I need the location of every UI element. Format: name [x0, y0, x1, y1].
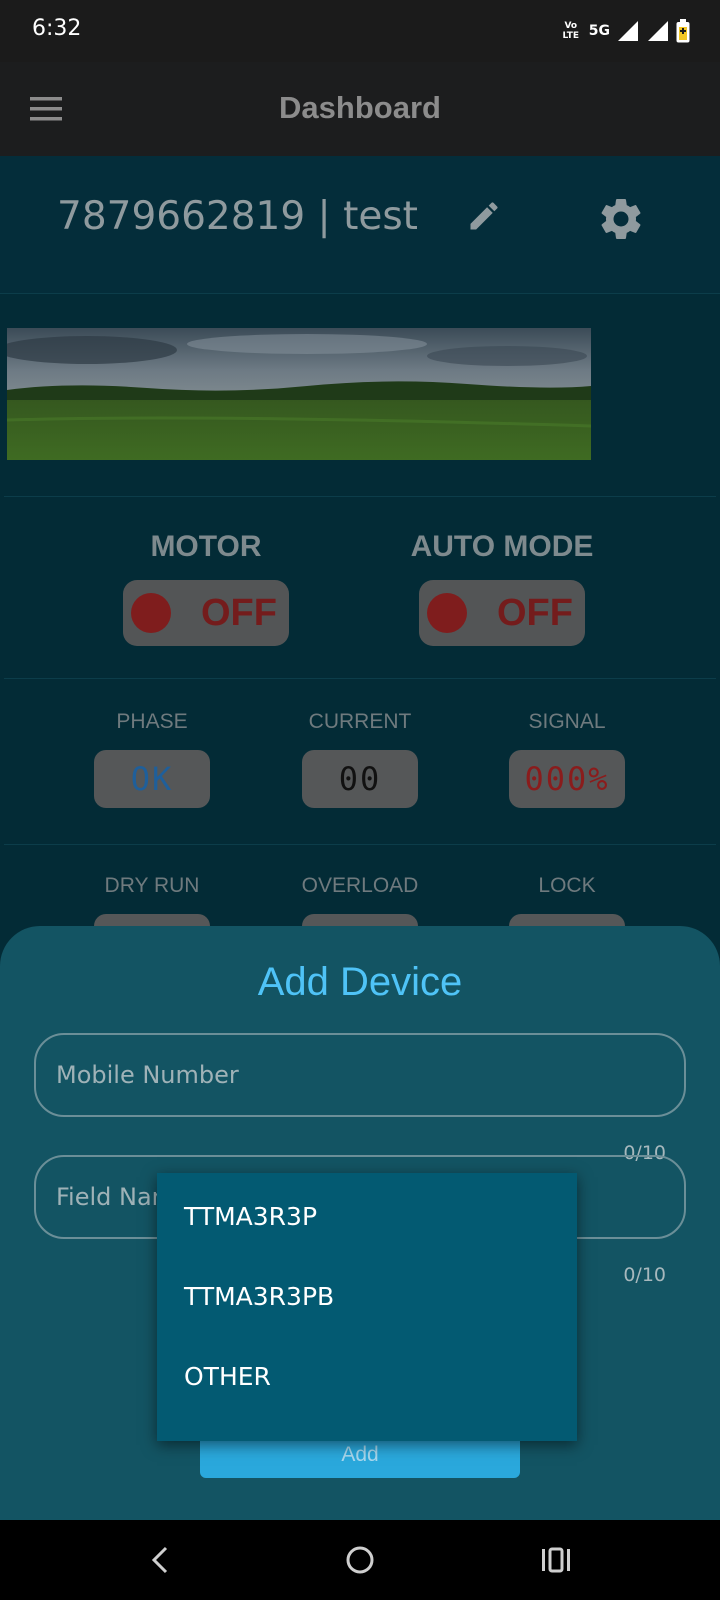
signal-icon-2 — [648, 21, 668, 41]
current-value: 00 — [302, 750, 418, 808]
current-label: CURRENT — [308, 710, 412, 733]
motor-status-dot — [131, 593, 171, 633]
divider — [4, 678, 716, 679]
current-metric: CURRENT 00 — [270, 710, 450, 808]
signal-value: 000% — [509, 750, 625, 808]
mobile-number-placeholder: Mobile Number — [56, 1061, 239, 1089]
page-title: Dashboard — [279, 90, 441, 125]
dry-run-label: DRY RUN — [104, 874, 200, 897]
gear-icon[interactable] — [596, 194, 646, 244]
lock-label: LOCK — [538, 874, 596, 897]
dropdown-option-ttma3r3pb[interactable]: TTMA3R3PB — [157, 1257, 577, 1337]
volte-icon: Vo LTE — [562, 21, 580, 41]
field-name-counter: 0/10 — [623, 1264, 666, 1286]
network-5g-icon: 5G — [588, 23, 610, 39]
divider — [4, 844, 716, 845]
auto-mode-label: AUTO MODE — [410, 530, 594, 563]
home-icon[interactable] — [340, 1540, 380, 1580]
app-bar: Dashboard — [0, 62, 720, 156]
phase-label: PHASE — [116, 710, 188, 733]
overload-label: OVERLOAD — [301, 874, 419, 897]
device-type-dropdown: TTMA3R3P TTMA3R3PB OTHER — [157, 1173, 577, 1441]
pencil-icon[interactable] — [466, 198, 502, 234]
status-time: 6:32 — [32, 16, 82, 41]
mobile-number-input[interactable]: Mobile Number — [34, 1033, 686, 1117]
divider — [4, 496, 716, 497]
phase-value: OK — [94, 750, 210, 808]
dropdown-option-other[interactable]: OTHER — [157, 1337, 577, 1417]
motor-toggle[interactable]: OFF — [123, 580, 289, 646]
phase-metric: PHASE OK — [62, 710, 242, 808]
signal-metric: SIGNAL 000% — [477, 710, 657, 808]
signal-label: SIGNAL — [528, 710, 606, 733]
motor-state: OFF — [201, 592, 277, 634]
auto-mode-state: OFF — [497, 592, 573, 634]
battery-icon — [676, 19, 690, 43]
recents-icon[interactable] — [536, 1540, 576, 1580]
device-title: 7879662819 | test — [57, 194, 418, 239]
field-landscape-image — [7, 328, 591, 460]
field-name-placeholder: Field Nar — [56, 1183, 162, 1211]
back-icon[interactable] — [142, 1540, 182, 1580]
auto-mode-status-dot — [427, 593, 467, 633]
motor-label: MOTOR — [150, 530, 262, 563]
auto-mode-control: AUTO MODE OFF — [382, 530, 622, 646]
device-header: 7879662819 | test — [0, 156, 720, 294]
system-nav-bar — [0, 1520, 720, 1600]
motor-control: MOTOR OFF — [86, 530, 326, 646]
auto-mode-toggle[interactable]: OFF — [419, 580, 585, 646]
status-bar: 6:32 Vo LTE 5G — [0, 0, 720, 62]
dropdown-option-ttma3r3p[interactable]: TTMA3R3P — [157, 1177, 577, 1257]
status-icons: Vo LTE 5G — [559, 18, 690, 44]
sheet-title: Add Device — [257, 960, 463, 1004]
signal-icon — [618, 21, 638, 41]
